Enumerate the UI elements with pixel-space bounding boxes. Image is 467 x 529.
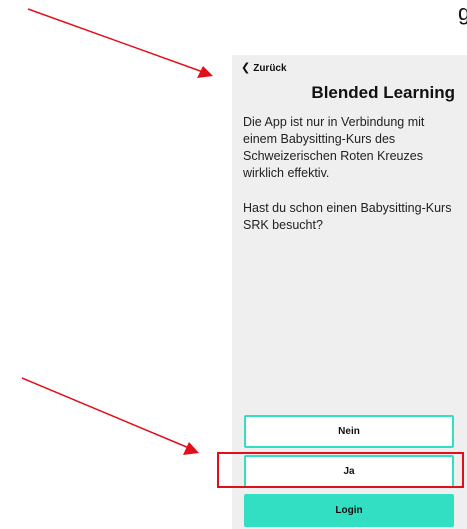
arrow-to-back-button — [27, 8, 204, 73]
arrow-to-ja-button — [21, 377, 190, 449]
annotation-arrows — [21, 8, 213, 455]
arrow-head-bottom — [183, 442, 199, 455]
arrow-head-top — [197, 66, 213, 78]
